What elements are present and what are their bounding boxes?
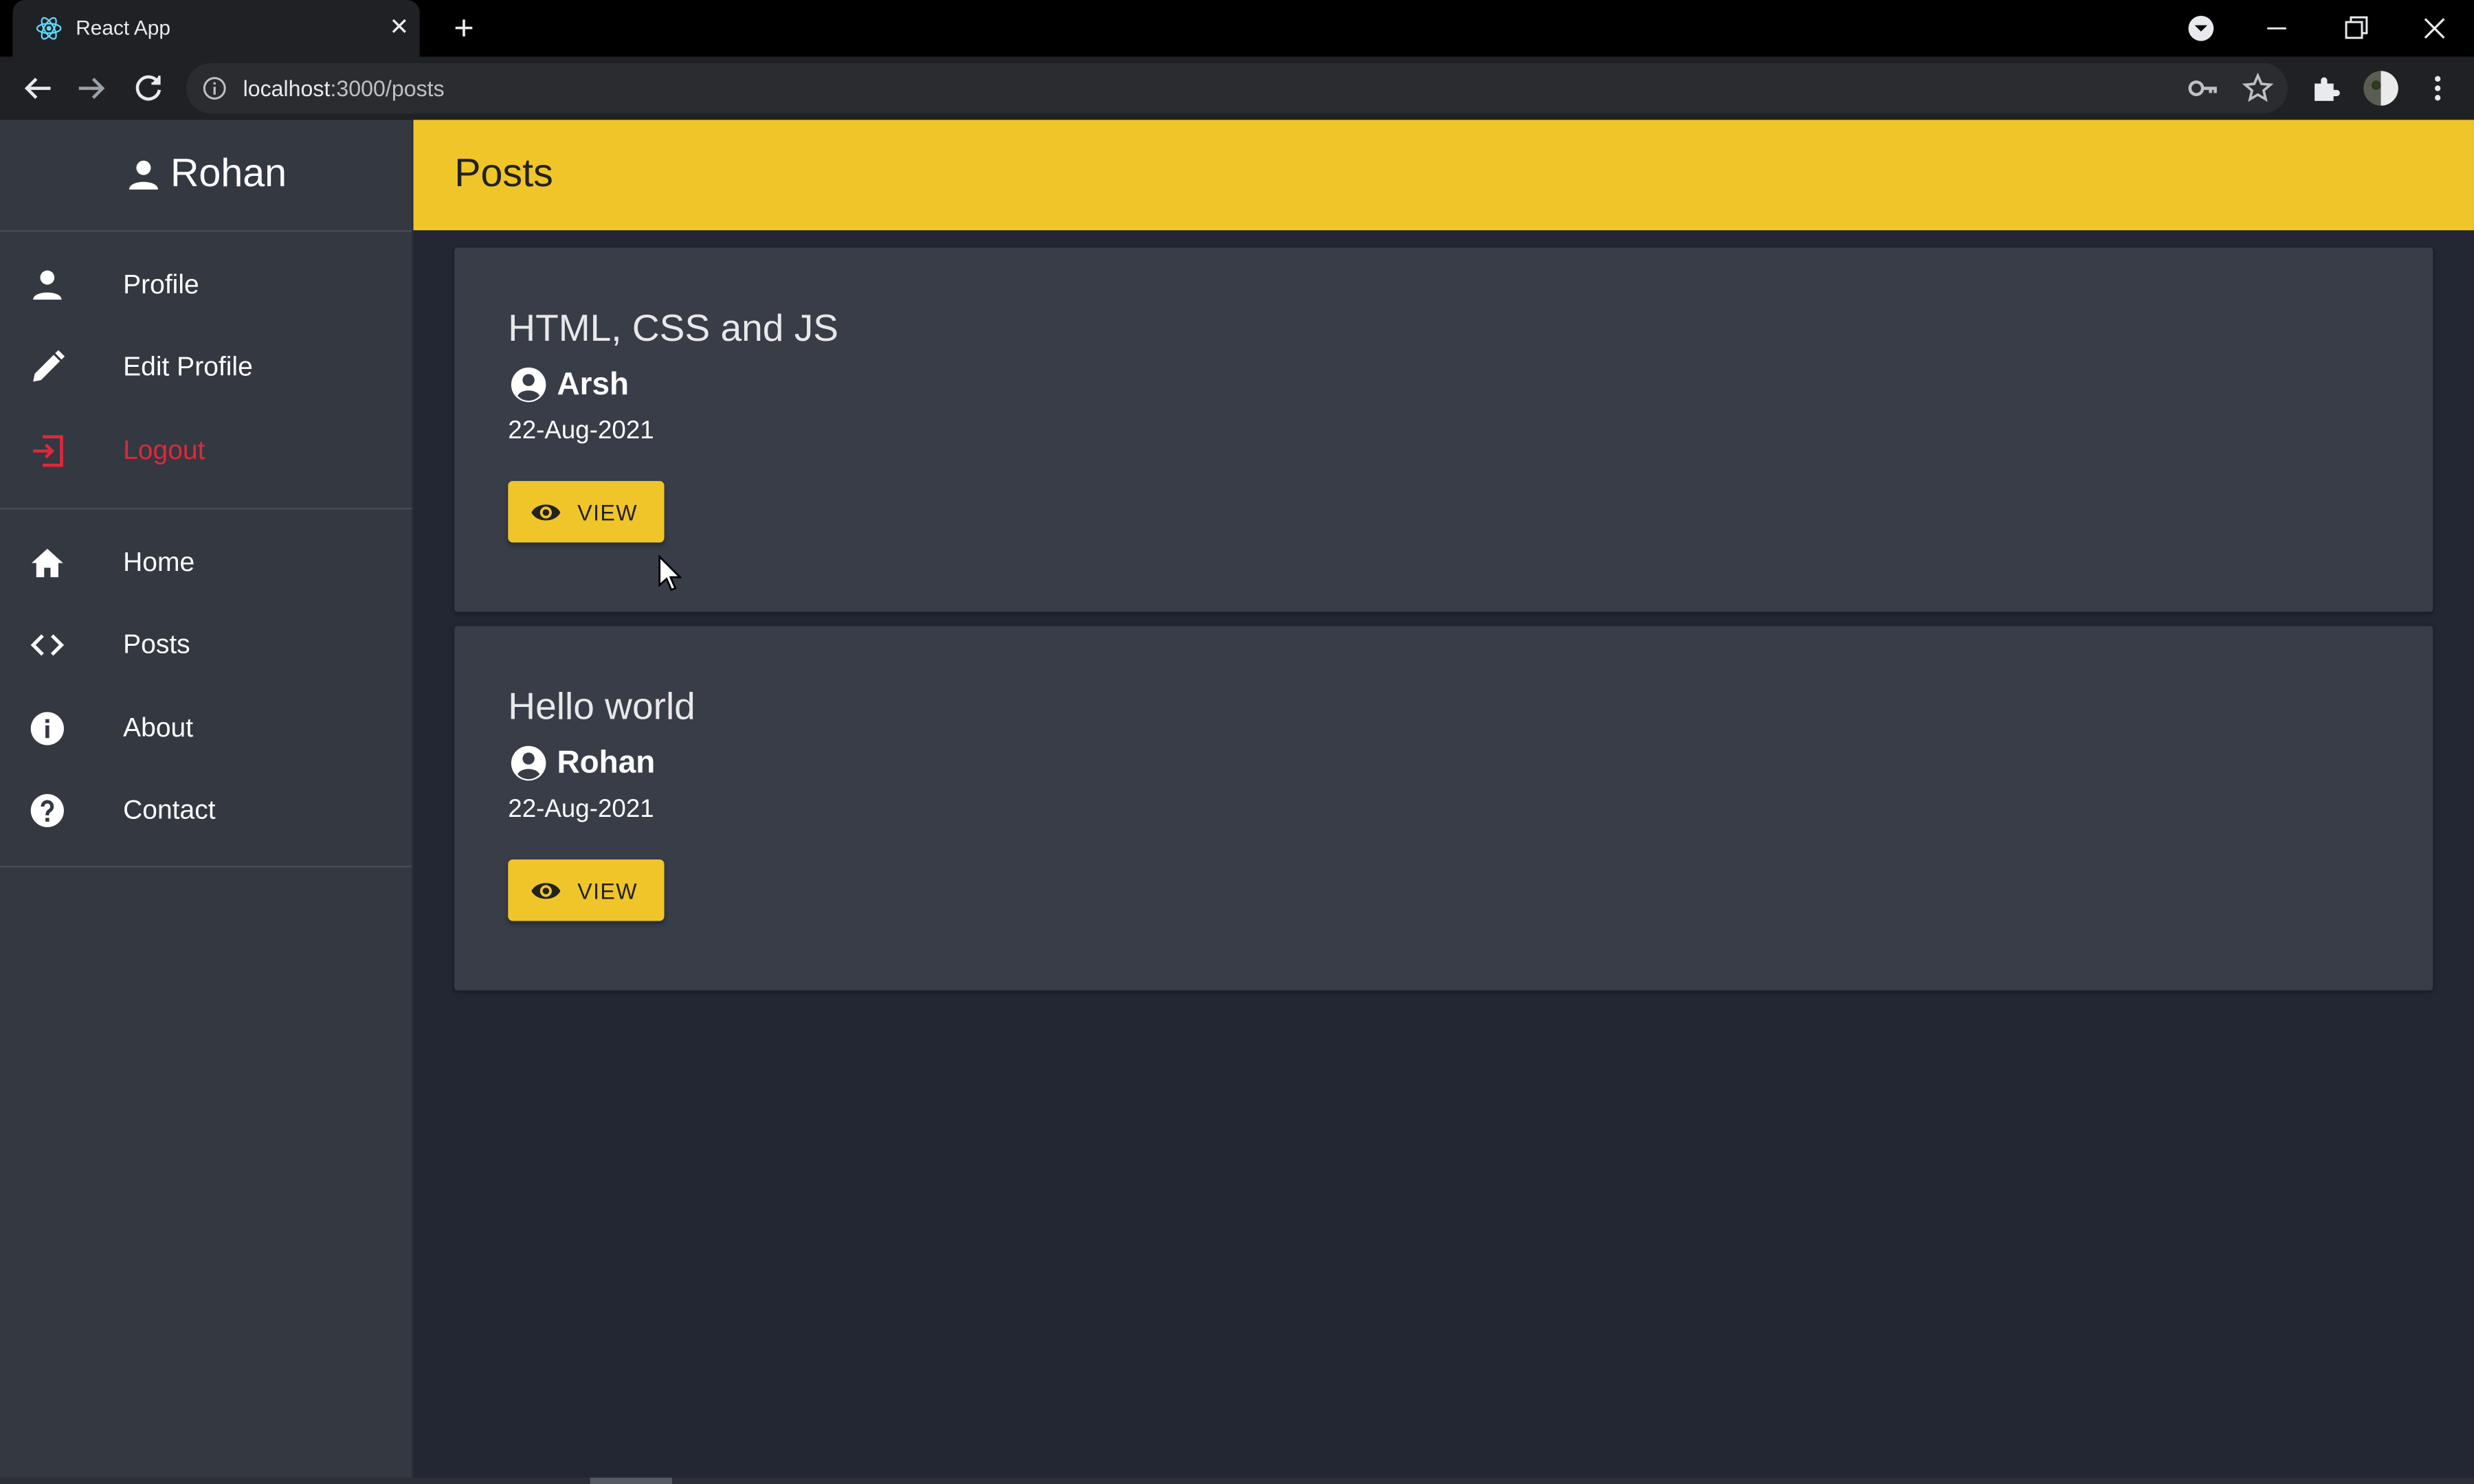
sidebar-item-about[interactable]: About bbox=[0, 688, 412, 769]
mouse-cursor-icon bbox=[658, 554, 682, 592]
sidebar-item-label: Home bbox=[123, 547, 195, 578]
sidebar-user-header: Rohan bbox=[0, 120, 412, 232]
extensions-icon[interactable] bbox=[2307, 69, 2345, 107]
sidebar: Rohan Profile Edit Profile Logout Home P… bbox=[0, 120, 414, 1484]
back-arrow-icon[interactable] bbox=[19, 69, 57, 107]
post-date: 22-Aug-2021 bbox=[508, 418, 654, 445]
key-icon[interactable] bbox=[2184, 69, 2222, 107]
bottom-scroll-thumb[interactable] bbox=[590, 1477, 673, 1484]
sidebar-item-profile[interactable]: Profile bbox=[0, 245, 412, 326]
post-title: Hello world bbox=[508, 686, 695, 729]
post-author: Rohan bbox=[557, 745, 656, 781]
sidebar-user-name: Rohan bbox=[170, 151, 287, 196]
forward-arrow-icon[interactable] bbox=[73, 69, 111, 107]
reload-icon[interactable] bbox=[129, 69, 167, 107]
browser-tab-bar: React App ✕ + bbox=[0, 0, 2474, 57]
page-header: Posts bbox=[413, 120, 2474, 231]
sidebar-item-logout[interactable]: Logout bbox=[0, 410, 412, 492]
account-circle-icon bbox=[511, 745, 546, 781]
tab-search-icon[interactable] bbox=[2182, 10, 2220, 47]
home-icon bbox=[31, 548, 63, 578]
tab-title: React App bbox=[76, 15, 170, 40]
star-icon[interactable] bbox=[2239, 69, 2277, 107]
avatar[interactable] bbox=[2362, 69, 2400, 107]
minimize-icon[interactable] bbox=[2258, 10, 2295, 47]
new-tab-button[interactable]: + bbox=[445, 9, 482, 47]
account-circle-icon bbox=[511, 367, 546, 403]
sidebar-item-label: Logout bbox=[123, 435, 205, 466]
eye-icon bbox=[531, 504, 561, 521]
info-icon bbox=[30, 712, 64, 745]
post-title: HTML, CSS and JS bbox=[508, 307, 839, 350]
post-author: Arsh bbox=[557, 367, 629, 403]
page-title: Posts bbox=[454, 151, 553, 196]
sidebar-item-label: Edit Profile bbox=[123, 351, 253, 382]
post-date: 22-Aug-2021 bbox=[508, 796, 654, 824]
url-text[interactable]: localhost:3000/posts bbox=[243, 76, 445, 101]
sidebar-item-label: Contact bbox=[123, 794, 216, 825]
bottom-scroll-track bbox=[0, 1477, 2474, 1484]
view-button-label: VIEW bbox=[577, 878, 638, 904]
info-icon[interactable] bbox=[202, 76, 227, 101]
view-button[interactable]: VIEW bbox=[508, 859, 665, 921]
kebab-menu-icon[interactable] bbox=[2419, 69, 2457, 107]
eye-icon bbox=[531, 883, 561, 899]
post-card: HTML, CSS and JS Arsh 22-Aug-2021 VIEW bbox=[454, 247, 2433, 612]
address-bar[interactable]: localhost:3000/posts bbox=[186, 63, 2288, 114]
view-button[interactable]: VIEW bbox=[508, 481, 665, 543]
browser-tab[interactable]: React App ✕ bbox=[12, 0, 420, 57]
sidebar-item-label: About bbox=[123, 712, 194, 743]
person-icon bbox=[33, 270, 62, 300]
sidebar-divider bbox=[0, 866, 412, 868]
sidebar-item-edit-profile[interactable]: Edit Profile bbox=[0, 326, 412, 408]
view-button-label: VIEW bbox=[577, 499, 638, 526]
sidebar-divider bbox=[0, 508, 412, 510]
sidebar-item-home[interactable]: Home bbox=[0, 522, 412, 604]
app-root: React App ✕ + localhost:3000/posts Rohan… bbox=[0, 0, 2474, 1484]
person-icon bbox=[129, 160, 158, 190]
sidebar-item-label: Posts bbox=[123, 629, 190, 660]
window-close-icon[interactable] bbox=[2416, 10, 2453, 47]
sidebar-item-label: Profile bbox=[123, 269, 199, 300]
close-icon[interactable]: ✕ bbox=[385, 14, 413, 43]
help-icon bbox=[30, 794, 64, 827]
url-host: localhost bbox=[243, 76, 331, 101]
code-icon bbox=[30, 634, 65, 656]
pencil-icon bbox=[33, 350, 65, 382]
url-path: :3000/posts bbox=[330, 76, 445, 101]
browser-toolbar: localhost:3000/posts bbox=[0, 56, 2474, 120]
logout-icon bbox=[33, 435, 63, 467]
sidebar-item-contact[interactable]: Contact bbox=[0, 769, 412, 851]
react-icon bbox=[36, 16, 62, 40]
post-card: Hello world Rohan 22-Aug-2021 VIEW bbox=[454, 626, 2433, 991]
restore-icon[interactable] bbox=[2337, 10, 2374, 47]
sidebar-item-posts[interactable]: Posts bbox=[0, 604, 412, 686]
